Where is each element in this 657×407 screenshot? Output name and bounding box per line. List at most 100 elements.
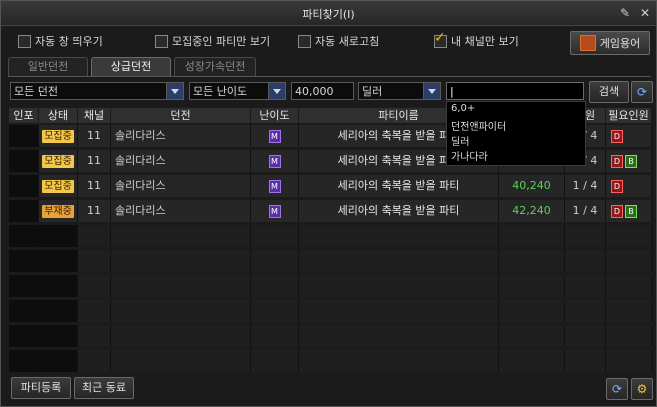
cell-members xyxy=(565,250,606,272)
autocomplete-item[interactable]: 6,0+ xyxy=(451,103,475,114)
cell-status: 모집중 xyxy=(39,150,78,172)
glossary-button-label: 게임용어 xyxy=(599,37,641,50)
col-difficulty: 난이도 xyxy=(251,108,299,123)
option-recruiting-only[interactable]: 모집중인 파티만 보기 xyxy=(155,33,270,49)
cell-difficulty xyxy=(251,275,299,297)
cell-dungeon xyxy=(111,300,251,322)
party-finder-window: 파티찾기(I) ✎ ✕ 자동 창 띄우기 모집중인 파티만 보기 자동 새로고침… xyxy=(0,0,657,407)
recruiting-only-checkbox[interactable] xyxy=(155,34,168,48)
cell-info xyxy=(9,225,39,247)
options-bar: 자동 창 띄우기 모집중인 파티만 보기 자동 새로고침 내 채널만 보기 xyxy=(1,30,656,51)
party-register-button[interactable]: 파티등록 xyxy=(11,377,71,399)
cell-difficulty xyxy=(251,225,299,247)
cell-needed xyxy=(606,325,652,347)
chevron-down-icon[interactable] xyxy=(423,83,440,99)
col-channel: 채널 xyxy=(78,108,111,123)
gear-icon[interactable]: ⚙ xyxy=(631,378,653,400)
difficulty-select[interactable]: 모든 난이도 xyxy=(189,82,286,100)
cell-dungeon xyxy=(111,250,251,272)
cell-status xyxy=(39,325,78,347)
party-row[interactable]: 부재중 11 솔리다리스 M 세리아의 축복을 받을 파티 42,240 1 / 4DB xyxy=(9,200,652,222)
dealer-icon: D xyxy=(611,155,623,168)
cell-dungeon xyxy=(111,325,251,347)
my-channel-only-checkbox[interactable] xyxy=(434,30,447,48)
cell-channel xyxy=(78,225,111,247)
role-select[interactable]: 딜러 xyxy=(358,82,441,100)
cell-channel: 11 xyxy=(78,150,111,172)
cell-status: 부재중 xyxy=(39,200,78,222)
book-icon xyxy=(579,35,596,51)
difficulty-master-icon: M xyxy=(268,205,281,218)
cell-dungeon: 솔리다리스 xyxy=(111,175,251,197)
dungeon-select[interactable]: 모든 던전 xyxy=(10,82,184,100)
cell-needed: D xyxy=(606,125,652,147)
cell-members: 1 / 4 xyxy=(565,200,606,222)
col-info: 인포 xyxy=(9,108,39,123)
cell-fame xyxy=(499,350,565,372)
status-badge: 부재중 xyxy=(42,205,74,218)
autocomplete-item[interactable]: 던전앤파이터 xyxy=(451,118,506,133)
cell-name: 세리아의 축복을 받을 파티 xyxy=(299,175,499,197)
refresh-icon[interactable]: ⟳ xyxy=(606,378,628,400)
cell-difficulty xyxy=(251,250,299,272)
cell-status xyxy=(39,275,78,297)
cell-info xyxy=(9,300,39,322)
empty-row xyxy=(9,250,652,272)
cell-status xyxy=(39,300,78,322)
pin-icon[interactable]: ✎ xyxy=(618,6,632,20)
cell-info xyxy=(9,200,39,222)
search-input[interactable]: | xyxy=(446,82,584,100)
cell-name: 세리아의 축복을 받을 파티 xyxy=(299,200,499,222)
auto-popup-label: 자동 창 띄우기 xyxy=(35,35,103,48)
cell-status xyxy=(39,225,78,247)
auto-refresh-label: 자동 새로고침 xyxy=(315,35,380,48)
cell-info xyxy=(9,325,39,347)
recruiting-only-label: 모집중인 파티만 보기 xyxy=(172,35,271,48)
chevron-down-icon[interactable] xyxy=(166,83,183,99)
empty-row xyxy=(9,300,652,322)
search-button[interactable]: 검색 xyxy=(589,81,629,103)
option-auto-refresh[interactable]: 자동 새로고침 xyxy=(298,33,379,49)
autocomplete-item[interactable]: 딜러 xyxy=(451,133,469,148)
cell-channel: 11 xyxy=(78,200,111,222)
cell-difficulty: M xyxy=(251,175,299,197)
chevron-down-icon[interactable] xyxy=(268,83,285,99)
empty-row xyxy=(9,350,652,372)
status-badge: 모집중 xyxy=(42,180,74,193)
cell-members xyxy=(565,325,606,347)
cell-channel: 11 xyxy=(78,125,111,147)
cell-fame xyxy=(499,325,565,347)
empty-row xyxy=(9,275,652,297)
tab-growth-dungeon[interactable]: 성장가속던전 xyxy=(174,57,256,76)
cell-dungeon: 솔리다리스 xyxy=(111,150,251,172)
window-title: 파티찾기(I) xyxy=(302,8,355,21)
tab-advanced-dungeon[interactable]: 상급던전 xyxy=(91,57,171,76)
cell-difficulty: M xyxy=(251,150,299,172)
tab-normal-dungeon[interactable]: 일반던전 xyxy=(8,57,88,76)
cell-info xyxy=(9,350,39,372)
cell-status: 모집중 xyxy=(39,125,78,147)
cell-name xyxy=(299,325,499,347)
cell-dungeon xyxy=(111,225,251,247)
cell-members xyxy=(565,225,606,247)
refresh-icon[interactable]: ⟳ xyxy=(631,81,653,103)
glossary-button[interactable]: 게임용어 xyxy=(570,31,650,55)
cell-channel xyxy=(78,350,111,372)
cell-channel xyxy=(78,250,111,272)
difficulty-master-icon: M xyxy=(268,155,281,168)
cell-info xyxy=(9,250,39,272)
fame-input[interactable]: 40,000 xyxy=(291,82,354,100)
close-icon[interactable]: ✕ xyxy=(638,6,652,20)
cell-fame xyxy=(499,275,565,297)
option-my-channel-only[interactable]: 내 채널만 보기 xyxy=(434,30,519,49)
title-bar[interactable]: 파티찾기(I) ✎ ✕ xyxy=(1,1,656,26)
option-auto-popup[interactable]: 자동 창 띄우기 xyxy=(18,33,103,49)
cell-name xyxy=(299,250,499,272)
party-row[interactable]: 모집중 11 솔리다리스 M 세리아의 축복을 받을 파티 40,240 1 / 4 D xyxy=(9,175,652,197)
cell-status xyxy=(39,250,78,272)
auto-popup-checkbox[interactable] xyxy=(18,34,31,48)
auto-refresh-checkbox[interactable] xyxy=(298,34,311,48)
recent-companions-button[interactable]: 최근 동료 xyxy=(74,377,134,399)
autocomplete-item[interactable]: 가나다라 xyxy=(451,148,488,163)
status-badge: 모집중 xyxy=(42,130,74,143)
